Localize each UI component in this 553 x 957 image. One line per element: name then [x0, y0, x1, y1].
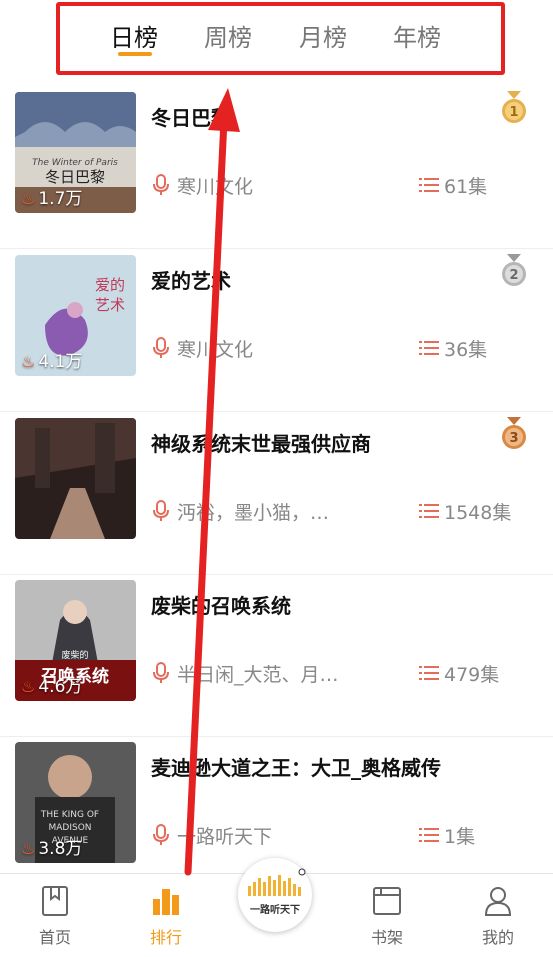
silver-medal-icon: 2 [502, 254, 526, 286]
play-count: ♨ 3.8万 [21, 839, 83, 859]
episode-list-icon [419, 828, 439, 842]
author-name: 沔裕，墨小猫，… [177, 502, 330, 524]
svg-text:2: 2 [509, 268, 518, 283]
flame-icon: ♨ [21, 352, 36, 371]
cover-image [15, 418, 136, 539]
svg-text:艺术: 艺术 [95, 296, 125, 314]
svg-text:1: 1 [509, 105, 518, 120]
episode-count: 1548集 [444, 502, 512, 524]
bar-chart-icon [153, 889, 179, 915]
gold-medal-icon: 1 [502, 91, 526, 123]
episode-count: 1集 [444, 826, 476, 848]
bookshelf-icon [373, 887, 401, 915]
svg-text:MADISON: MADISON [48, 823, 91, 833]
bronze-medal-icon: 3 [502, 417, 526, 449]
item-title[interactable]: 神级系统末世最强供应商 [151, 428, 371, 457]
microphone-icon [153, 662, 169, 683]
play-count: ♨ 4.1万 [21, 352, 83, 372]
item-title[interactable]: 废柴的召唤系统 [151, 590, 291, 619]
nav-profile[interactable]: 我的 [458, 874, 538, 957]
sound-wave-logo-icon [248, 868, 306, 896]
flame-icon: ♨ [21, 839, 36, 858]
nav-ranking[interactable]: 排行 [126, 874, 206, 957]
list-item[interactable]: 废柴的 召唤系统 ♨ 4.6万 废柴的召唤系统 半日闲_大范、月… 479集 [0, 573, 553, 737]
cover-image: THE KING OF MADISON AVENUE ♨ 3.8万 [15, 742, 136, 863]
list-item[interactable]: The Winter of Paris 冬日巴黎 ♨ 1.7万 冬日巴黎 寒川文化… [0, 85, 553, 249]
cover-image: The Winter of Paris 冬日巴黎 ♨ 1.7万 [15, 92, 136, 213]
microphone-icon [153, 337, 169, 358]
bookmark-book-icon [42, 886, 68, 916]
microphone-icon [153, 500, 169, 521]
list-item[interactable]: 神级系统末世最强供应商 沔裕，墨小猫，… 1548集 3 [0, 411, 553, 575]
logo-text: 一路听天下 [250, 905, 300, 916]
episode-list-icon [419, 666, 439, 680]
episode-count: 36集 [444, 339, 488, 361]
list-item[interactable]: 爱的 艺术 ♨ 4.1万 爱的艺术 寒川文化 36集 2 [0, 248, 553, 412]
episode-count: 479集 [444, 664, 500, 686]
episode-list-icon [419, 178, 439, 192]
play-count: ♨ 4.6万 [21, 677, 83, 697]
flame-icon: ♨ [21, 189, 36, 208]
annotation-highlight-box [56, 2, 505, 75]
svg-text:THE KING OF: THE KING OF [40, 810, 99, 820]
svg-text:废柴的: 废柴的 [61, 649, 88, 661]
episode-list-icon [419, 504, 439, 518]
play-count: ♨ 1.7万 [21, 189, 83, 209]
episode-count: 61集 [444, 176, 488, 198]
svg-text:3: 3 [509, 431, 518, 446]
author-name: 一路听天下 [177, 826, 273, 848]
nav-bookshelf[interactable]: 书架 [347, 874, 427, 957]
person-icon [484, 887, 512, 916]
author-name: 寒川文化 [177, 176, 254, 198]
author-name: 寒川文化 [177, 339, 254, 361]
item-title[interactable]: 爱的艺术 [151, 265, 231, 294]
svg-text:The Winter of Paris: The Winter of Paris [32, 158, 118, 168]
microphone-icon [153, 824, 169, 845]
episode-list-icon [419, 341, 439, 355]
svg-text:爱的: 爱的 [95, 276, 125, 294]
cover-image: 爱的 艺术 ♨ 4.1万 [15, 255, 136, 376]
author-name: 半日闲_大范、月… [177, 664, 339, 686]
cover-image: 废柴的 召唤系统 ♨ 4.6万 [15, 580, 136, 701]
microphone-icon [153, 174, 169, 195]
app-logo-button[interactable]: 一路听天下 [238, 858, 312, 932]
nav-home[interactable]: 首页 [15, 874, 95, 957]
ranking-tab-bar: 日榜 周榜 月榜 年榜 [0, 0, 553, 82]
item-title[interactable]: 冬日巴黎 [151, 102, 231, 131]
flame-icon: ♨ [21, 677, 36, 696]
item-title[interactable]: 麦迪逊大道之王：大卫_奥格威传 [151, 752, 441, 781]
